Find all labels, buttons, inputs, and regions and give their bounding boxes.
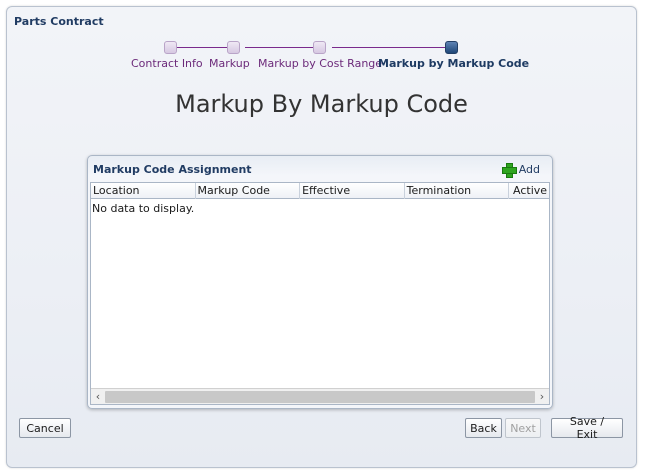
train-connector: [332, 47, 445, 48]
empty-table-message: No data to display.: [92, 202, 195, 215]
train-connector: [245, 47, 319, 48]
train-label-markup-by-markup-code: Markup by Markup Code: [378, 57, 530, 70]
next-button: Next: [505, 418, 541, 438]
main-window: Parts Contract Contract Info Markup Mark…: [6, 6, 637, 468]
save-exit-button[interactable]: Save / Exit: [551, 415, 623, 441]
cancel-button[interactable]: Cancel: [19, 418, 71, 438]
train-label-markup[interactable]: Markup: [209, 57, 250, 70]
markup-code-assignment-panel: Markup Code Assignment Add Location Mark…: [87, 155, 553, 409]
column-header-termination[interactable]: Termination: [405, 183, 510, 199]
panel-title: Markup Code Assignment: [93, 163, 252, 176]
train-label-markup-by-cost-range[interactable]: Markup by Cost Range: [258, 57, 382, 70]
add-button[interactable]: Add: [501, 161, 540, 178]
train-label-contract-info[interactable]: Contract Info: [131, 57, 203, 70]
column-header-location[interactable]: Location: [91, 183, 196, 199]
scroll-left-icon[interactable]: ‹: [91, 390, 105, 404]
column-header-effective[interactable]: Effective: [300, 183, 405, 199]
scroll-right-icon[interactable]: ›: [535, 390, 549, 404]
page-title: Markup By Markup Code: [175, 90, 468, 118]
add-button-label: Add: [518, 162, 540, 176]
horizontal-scrollbar[interactable]: ‹ ›: [91, 388, 549, 404]
train-stop-contract-info[interactable]: [164, 41, 177, 54]
train-connector: [176, 47, 232, 48]
train-stop-markup[interactable]: [227, 41, 240, 54]
back-button[interactable]: Back: [465, 418, 502, 438]
markup-code-table: Location Markup Code Effective Terminati…: [90, 182, 550, 405]
column-header-markup-code[interactable]: Markup Code: [196, 183, 301, 199]
table-header: Location Markup Code Effective Terminati…: [91, 183, 549, 199]
column-header-active[interactable]: Active: [509, 183, 549, 199]
plus-icon: [501, 162, 517, 178]
train-stop-markup-by-cost-range[interactable]: [313, 41, 326, 54]
train-navigation: Contract Info Markup Markup by Cost Rang…: [7, 7, 636, 87]
train-stop-markup-by-markup-code: [445, 41, 458, 54]
scrollbar-thumb[interactable]: [105, 390, 535, 403]
